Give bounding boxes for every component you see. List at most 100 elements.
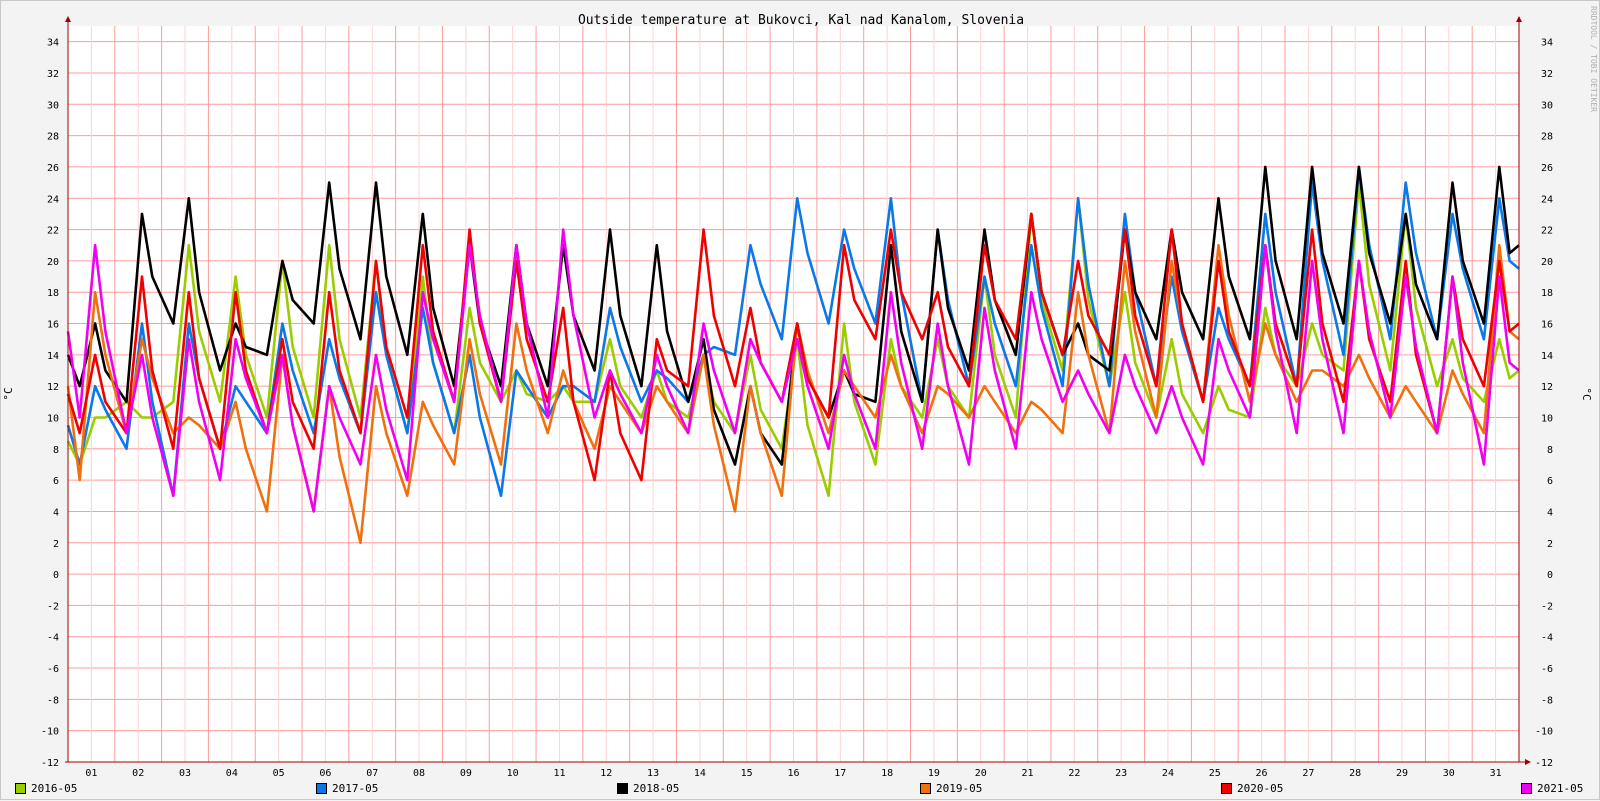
x-tick-label: 29 [1396,768,1408,779]
x-tick-label: 16 [787,768,799,779]
x-tick-label: 21 [1022,768,1034,779]
x-tick-label: 23 [1115,768,1127,779]
y-tick-label-left: 22 [47,226,59,237]
y-tick-label-right: 28 [1541,132,1553,143]
legend-label: 2021-05 [1537,781,1584,795]
y-tick-label-left: -4 [47,633,59,644]
y-tick-label-right: 32 [1541,69,1553,80]
rrdtool-watermark: RRDTOOL / TOBI OETIKER [1589,6,1598,112]
y-tick-label-left: -6 [47,664,59,675]
y-axis-arrow-left [65,16,71,22]
y-tick-label-right: -2 [1541,601,1553,612]
y-tick-label-right: -12 [1535,758,1553,769]
y-tick-label-right: 18 [1541,288,1553,299]
y-tick-label-left: 10 [47,413,59,424]
y-tick-label-left: 6 [53,476,59,487]
legend-item: 2018-05 [617,780,679,796]
legend-swatch [920,782,931,794]
y-tick-label-left: -10 [41,727,59,738]
x-tick-label: 11 [553,768,565,779]
legend: 2016-05 2017-05 2018-05 2019-05 2020-05 2021-… [1,780,1600,798]
y-tick-label-right: -8 [1541,695,1553,706]
y-tick-label-right: 16 [1541,320,1553,331]
y-ticks-left: -12-10-8-6-4-202468101214161820222426283… [41,38,59,769]
y-tick-label-left: 32 [47,69,59,80]
temperature-chart: Outside temperature at Bukovci, Kal nad … [2,6,1598,779]
x-tick-label: 25 [1209,768,1221,779]
y-tick-label-right: 24 [1541,194,1553,205]
y-tick-label-left: -2 [47,601,59,612]
legend-item: 2019-05 [920,780,982,796]
legend-item: 2016-05 [15,780,77,796]
legend-swatch [1521,782,1532,794]
x-tick-label: 28 [1349,768,1361,779]
y-axis-label-left: °C [2,387,15,400]
legend-item: 2020-05 [1221,780,1283,796]
x-tick-label: 30 [1443,768,1455,779]
y-tick-label-right: 34 [1541,38,1553,49]
y-tick-label-right: 8 [1547,445,1553,456]
y-tick-label-right: 14 [1541,351,1553,362]
x-tick-label: 18 [881,768,893,779]
y-tick-label-right: 30 [1541,100,1553,111]
y-tick-label-right: 22 [1541,226,1553,237]
y-ticks-right: -12-10-8-6-4-202468101214161820222426283… [1535,38,1553,769]
x-tick-label: 02 [132,768,144,779]
y-tick-label-right: -4 [1541,633,1553,644]
y-tick-label-right: 26 [1541,163,1553,174]
y-tick-label-left: 14 [47,351,59,362]
legend-item: 2017-05 [316,780,378,796]
legend-label: 2019-05 [936,781,983,795]
legend-swatch [15,782,26,794]
legend-swatch [316,782,327,794]
x-ticks: 01 02 03 04 05 06 07 08 09 10 11 12 13 14 15 16 17 18 19 20… [85,768,1501,779]
x-tick-label: 17 [834,768,846,779]
y-tick-label-left: 12 [47,382,59,393]
legend-swatch [1221,782,1232,794]
y-tick-label-left: -8 [47,695,59,706]
y-tick-label-left: 4 [53,507,59,518]
y-tick-label-left: 16 [47,320,59,331]
x-tick-label: 15 [741,768,753,779]
x-tick-label: 01 [85,768,97,779]
y-tick-label-right: 2 [1547,539,1553,550]
y-tick-label-right: -10 [1535,727,1553,738]
y-tick-label-left: 30 [47,100,59,111]
y-axis-label-right: °C [1580,387,1593,400]
x-tick-label: 31 [1490,768,1502,779]
y-tick-label-right: -6 [1541,664,1553,675]
x-tick-label: 14 [694,768,706,779]
x-tick-label: 22 [1068,768,1080,779]
x-tick-label: 04 [226,768,238,779]
legend-item: 2021-05 [1521,780,1583,796]
x-tick-label: 19 [928,768,940,779]
x-tick-label: 09 [460,768,472,779]
y-tick-label-right: 12 [1541,382,1553,393]
x-tick-label: 20 [975,768,987,779]
x-tick-label: 27 [1302,768,1314,779]
legend-label: 2017-05 [332,781,379,795]
y-tick-label-left: 26 [47,163,59,174]
y-tick-label-left: 8 [53,445,59,456]
x-tick-label: 24 [1162,768,1174,779]
x-tick-label: 03 [179,768,191,779]
y-tick-label-left: 18 [47,288,59,299]
y-tick-label-right: 4 [1547,507,1553,518]
legend-label: 2018-05 [633,781,680,795]
y-tick-label-right: 20 [1541,257,1553,268]
y-tick-label-right: 10 [1541,413,1553,424]
y-tick-label-left: 0 [53,570,59,581]
y-tick-label-left: -12 [41,758,59,769]
x-tick-label: 08 [413,768,425,779]
y-tick-label-right: 6 [1547,476,1553,487]
x-axis-arrow [1525,759,1531,765]
chart-title: Outside temperature at Bukovci, Kal nad … [578,13,1024,28]
y-tick-label-left: 24 [47,194,59,205]
legend-label: 2016-05 [31,781,78,795]
y-tick-label-left: 34 [47,38,59,49]
x-tick-label: 13 [647,768,659,779]
x-tick-label: 26 [1256,768,1268,779]
y-tick-label-left: 28 [47,132,59,143]
y-axis-arrow-right [1516,16,1522,22]
x-tick-label: 07 [366,768,378,779]
